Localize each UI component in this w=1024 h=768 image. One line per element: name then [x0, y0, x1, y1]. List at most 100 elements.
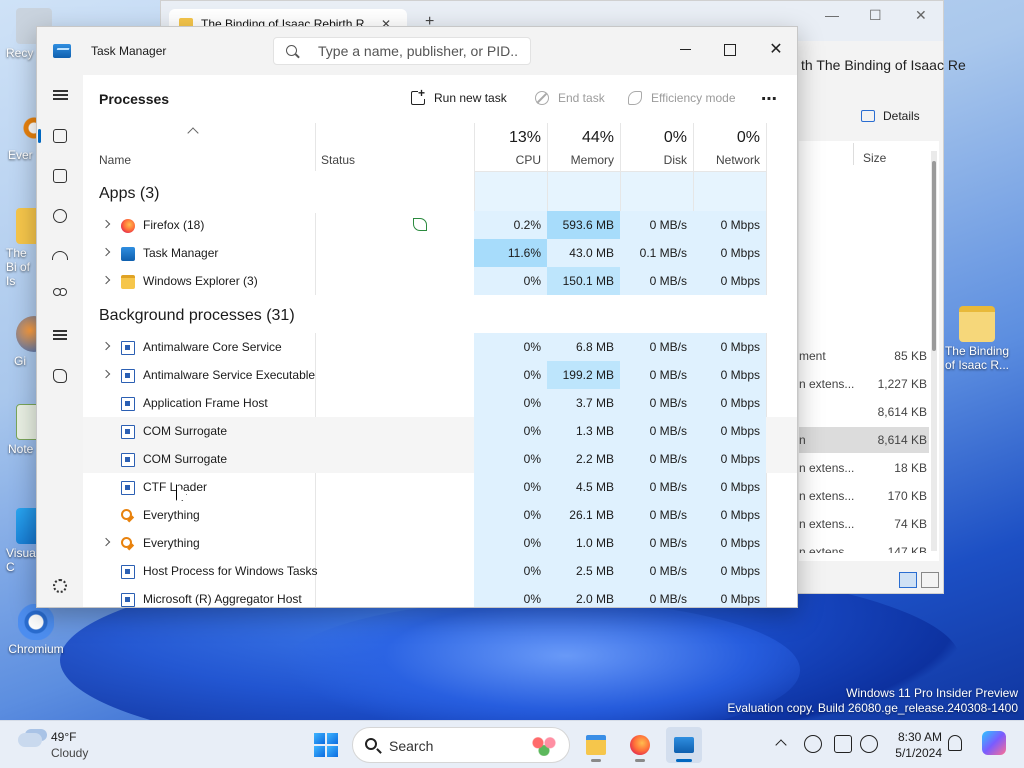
weather-temperature: 49°F: [51, 730, 77, 744]
process-row[interactable]: Host Process for Windows Tasks 0% 2.5 MB…: [83, 557, 797, 585]
sidebar-item-startup-apps[interactable]: [45, 241, 75, 271]
file-row[interactable]: n extens... 1,227 KB: [799, 371, 929, 397]
process-row[interactable]: Everything 0% 26.1 MB 0 MB/s 0 Mbps: [83, 501, 797, 529]
memory-column-header[interactable]: 44% Memory: [547, 123, 620, 171]
explorer-address-bar[interactable]: th The Binding of Isaac Re: [801, 57, 966, 73]
sidebar-item-processes[interactable]: [38, 121, 75, 151]
desktop-icon-chromium[interactable]: Chromium: [4, 604, 68, 656]
copilot-icon[interactable]: [982, 731, 1006, 755]
file-row[interactable]: ment 85 KB: [799, 343, 929, 369]
size-column-header[interactable]: Size: [863, 151, 886, 165]
scrollbar-thumb[interactable]: [932, 161, 936, 351]
file-type: n: [799, 433, 806, 447]
file-row[interactable]: n extens... 147 KB: [799, 539, 929, 553]
sidebar-item-app-history[interactable]: [45, 201, 75, 231]
disk-column-header[interactable]: 0% Disk: [620, 123, 693, 171]
process-row[interactable]: Windows Explorer (3) 0% 150.1 MB 0 MB/s …: [83, 267, 797, 295]
process-row[interactable]: Antimalware Core Service 0% 6.8 MB 0 MB/…: [83, 333, 797, 361]
cpu-value: 0%: [474, 333, 547, 361]
process-row[interactable]: Firefox (18) 0.2% 593.6 MB 0 MB/s 0 Mbps: [83, 211, 797, 239]
explorer-maximize-button[interactable]: ☐: [869, 7, 882, 24]
start-button[interactable]: [314, 733, 338, 757]
cpu-column-header[interactable]: 13% CPU: [474, 123, 547, 171]
weather-widget[interactable]: 49°F Cloudy: [0, 721, 110, 768]
users-icon: [53, 288, 61, 296]
file-row-selected[interactable]: n 8,614 KB: [799, 427, 929, 453]
processes-page: Processes Run new task End task Efficien…: [83, 75, 797, 607]
task-manager-titlebar[interactable]: Task Manager ✕: [37, 27, 797, 75]
chevron-right-icon[interactable]: [101, 219, 111, 229]
sidebar-item-settings[interactable]: [45, 571, 75, 601]
close-button[interactable]: ✕: [761, 35, 791, 65]
network-value: 0 Mbps: [693, 501, 766, 529]
taskbar-file-explorer[interactable]: [578, 727, 614, 763]
process-name: CTF Loader: [143, 480, 208, 494]
memory-value: 6.8 MB: [547, 333, 620, 361]
file-row[interactable]: n extens... 18 KB: [799, 455, 929, 481]
process-row[interactable]: COM Surrogate 0% 2.2 MB 0 MB/s 0 Mbps: [83, 445, 797, 473]
taskbar-task-manager[interactable]: [666, 727, 702, 763]
show-hidden-icons-chevron-icon[interactable]: [773, 735, 791, 753]
taskbar-search[interactable]: Search: [352, 727, 570, 763]
chevron-right-icon[interactable]: [101, 341, 111, 351]
details-label: Details: [883, 109, 920, 123]
chevron-right-icon[interactable]: [101, 369, 111, 379]
disk-value: 0 MB/s: [620, 267, 693, 295]
cloud-icon: [18, 733, 42, 747]
desktop-icon-isaac-folder[interactable]: The Binding of Isaac R...: [944, 306, 1010, 372]
services-icon: [53, 369, 67, 383]
volume-icon[interactable]: [860, 735, 878, 753]
explorer-scrollbar[interactable]: [931, 151, 937, 551]
end-task-icon: [535, 91, 549, 105]
run-new-task-button[interactable]: Run new task: [411, 87, 507, 105]
history-icon: [53, 209, 67, 223]
status-column-header[interactable]: Status: [315, 123, 474, 171]
search-box[interactable]: [273, 37, 531, 65]
sidebar-item-performance[interactable]: [45, 161, 75, 191]
windows-logo-icon: [314, 746, 325, 757]
disk-header-label: Disk: [663, 153, 687, 167]
search-input[interactable]: [318, 42, 518, 60]
network-column-header[interactable]: 0% Network: [693, 123, 766, 171]
process-row[interactable]: Task Manager 11.6% 43.0 MB 0.1 MB/s 0 Mb…: [83, 239, 797, 267]
chevron-right-icon[interactable]: [101, 275, 111, 285]
chevron-right-icon[interactable]: [101, 537, 111, 547]
sidebar-item-details[interactable]: [45, 321, 75, 351]
display-icon[interactable]: [834, 735, 852, 753]
process-row[interactable]: COM Surrogate 0% 1.3 MB 0 MB/s 0 Mbps: [83, 417, 797, 445]
file-row[interactable]: n extens... 74 KB: [799, 511, 929, 537]
explorer-close-button[interactable]: ✕: [915, 7, 927, 24]
minimize-button[interactable]: [671, 35, 701, 65]
chevron-right-icon[interactable]: [101, 247, 111, 257]
sidebar-item-services[interactable]: [45, 361, 75, 391]
system-clock[interactable]: 8:30 AM 5/1/2024: [892, 729, 942, 761]
process-row[interactable]: Application Frame Host 0% 3.7 MB 0 MB/s …: [83, 389, 797, 417]
taskbar-firefox[interactable]: [622, 727, 658, 763]
process-row[interactable]: Microsoft (R) Aggregator Host 0% 2.0 MB …: [83, 585, 797, 607]
tiles-view-icon[interactable]: [921, 572, 939, 588]
network-icon[interactable]: [804, 735, 822, 753]
task-manager-window[interactable]: Task Manager ✕ Processes Run new task En…: [36, 26, 798, 608]
more-options-button[interactable]: ⋯: [761, 89, 778, 109]
hamburger-menu-button[interactable]: [45, 81, 75, 111]
sidebar-item-users[interactable]: [45, 281, 75, 311]
file-row[interactable]: n extens... 170 KB: [799, 483, 929, 509]
background-section-header[interactable]: Background processes (31): [99, 307, 295, 325]
name-column-header[interactable]: Name: [83, 123, 315, 171]
service-app-icon: [121, 369, 135, 383]
cpu-header-label: CPU: [515, 153, 541, 167]
process-row[interactable]: CTF Loader 0% 4.5 MB 0 MB/s 0 Mbps: [83, 473, 797, 501]
efficiency-mode-button[interactable]: Efficiency mode: [628, 91, 736, 105]
maximize-button[interactable]: [715, 35, 745, 65]
process-row[interactable]: Everything 0% 1.0 MB 0 MB/s 0 Mbps: [83, 529, 797, 557]
details-view-icon[interactable]: [899, 572, 917, 588]
memory-value: 4.5 MB: [547, 473, 620, 501]
apps-section-header[interactable]: Apps (3): [99, 185, 159, 203]
notification-bell-icon[interactable]: [948, 735, 962, 751]
explorer-minimize-button[interactable]: —: [825, 7, 839, 23]
process-row[interactable]: Antimalware Service Executable 0% 199.2 …: [83, 361, 797, 389]
end-task-button[interactable]: End task: [535, 91, 605, 105]
details-button[interactable]: Details: [861, 109, 920, 123]
cpu-value: 11.6%: [474, 239, 547, 267]
file-row[interactable]: 8,614 KB: [799, 399, 929, 425]
